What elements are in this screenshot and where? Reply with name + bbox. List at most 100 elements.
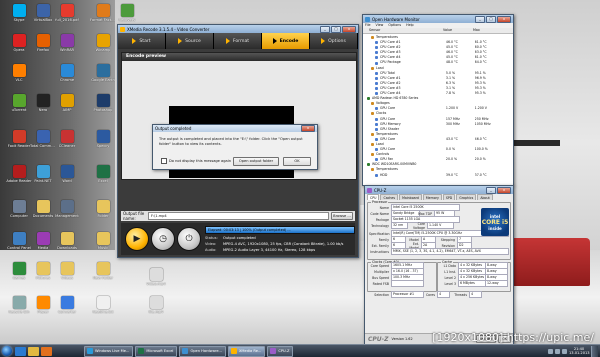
taskbar-button[interactable]: XMedia Re... [227, 345, 266, 357]
start-button[interactable] [2, 346, 12, 356]
ohm-titlebar[interactable]: Open Hardware Monitor _ □ x [363, 15, 513, 23]
desktop-icon[interactable]: Total Commander [30, 130, 56, 148]
shutdown-button[interactable]: ⏻ [177, 227, 201, 251]
network-icon[interactable] [548, 348, 553, 354]
desktop-icon[interactable]: Player [32, 296, 54, 314]
checkbox-box[interactable] [161, 158, 167, 164]
desktop-icon[interactable]: AIMP [56, 94, 78, 112]
desktop-icon[interactable]: Word [56, 165, 78, 183]
encode-button[interactable]: ▶ [125, 227, 149, 251]
dialog-message: The output is completed and placed into … [159, 137, 303, 146]
cpuz-titlebar[interactable]: CPU-Z _ x [365, 186, 513, 194]
cpuz-tab-memory[interactable]: Memory [422, 194, 442, 200]
desktop-icon[interactable]: Music [92, 232, 114, 250]
tab-options[interactable]: Options [310, 33, 358, 49]
desktop-icon[interactable]: New Folder [92, 262, 114, 280]
desktop-icon[interactable]: Video.mp4 [145, 268, 167, 286]
cpuz-tab-graphics[interactable]: Graphics [456, 194, 477, 200]
desktop-icon[interactable]: VirtualBox [32, 4, 54, 22]
sensor-row[interactable]: HDD 39.0 °C 37.0 °C [363, 173, 513, 178]
tab-format[interactable]: Format [214, 33, 262, 49]
desktop-icon[interactable]: Recovery [116, 4, 138, 22]
taskbar-clock[interactable]: 21:40 13.01.2013 [569, 347, 590, 355]
desktop-icon[interactable]: Chrome [56, 64, 78, 82]
minimize-button[interactable]: _ [320, 25, 330, 33]
desktop-icon[interactable]: Format Factory [90, 4, 116, 22]
taskbar-button[interactable]: CPU-Z [267, 345, 294, 357]
desktop-icon[interactable]: Photoshop [92, 94, 114, 112]
taskbar-pin-ie[interactable] [15, 346, 26, 356]
desktop-icon[interactable]: WinRAR [56, 34, 78, 52]
cpuz-tab-about[interactable]: About [477, 194, 493, 200]
output-filename-field[interactable]: F:\1.mp4 [148, 212, 329, 220]
desktop-icon[interactable]: Media [32, 232, 54, 250]
dialog-close-button[interactable]: x [301, 125, 315, 132]
desktop-icon[interactable]: Excel [92, 165, 114, 183]
desktop-icon[interactable]: Readme.txt [92, 296, 114, 314]
desktop-icon[interactable]: Downloads [56, 232, 78, 250]
desktop-icon[interactable]: Adobe Reader [6, 165, 32, 183]
browse-button[interactable]: Browse ... [331, 212, 353, 220]
taskbar-button[interactable]: Open Hardware... [179, 345, 226, 357]
taskbar-button[interactable]: Windows Live Me... [84, 345, 134, 357]
ohm-minimize-button[interactable]: _ [475, 15, 485, 23]
ohm-close-button[interactable]: x [497, 15, 511, 23]
maximize-button[interactable]: □ [331, 25, 341, 33]
desktop-icon[interactable]: Paint.NET [32, 165, 54, 183]
taskbar-pin-explorer[interactable] [28, 346, 39, 356]
desktop-icon[interactable]: Google Earth [91, 64, 115, 82]
dialog-titlebar[interactable]: Output completed x [153, 125, 317, 132]
desktop-icon-label: Word [62, 179, 72, 183]
taskbar-button[interactable]: Microsoft Excel [135, 345, 178, 357]
dialog-ok-button[interactable]: OK [283, 157, 311, 166]
desktop-icon[interactable]: uTorrent [8, 94, 30, 112]
desktop-icon[interactable]: Pictures [32, 262, 54, 280]
flag-icon[interactable] [562, 348, 567, 354]
desktop-icon[interactable]: Winamp [92, 34, 114, 52]
col-max[interactable]: Max [473, 28, 513, 33]
timer-button[interactable]: ◷ [151, 227, 175, 251]
open-output-folder-button[interactable]: Open output folder [233, 157, 279, 166]
tab-source[interactable]: Source [166, 33, 214, 49]
desktop-icon[interactable]: Control Panel [7, 232, 31, 250]
status-value: MPEG-4 AVC, 1920x1080, 25 fps, CBR (Cons… [223, 242, 344, 246]
desktop-icon[interactable]: Games [8, 262, 30, 280]
desktop-icon[interactable]: Videos [56, 262, 78, 280]
desktop-icon[interactable]: Recycle Bin [8, 296, 30, 314]
desktop-icon[interactable]: file.mp4 [145, 296, 167, 314]
xmr-titlebar[interactable]: XMedia Recode 3.1.5.4 - Video Converter … [118, 25, 358, 33]
close-button[interactable]: x [342, 25, 356, 33]
show-desktop-button[interactable] [591, 345, 598, 357]
desktop-icon[interactable]: VLC [8, 64, 30, 82]
desktop-icon[interactable]: Converter [56, 296, 78, 314]
ohm-maximize-button[interactable]: □ [486, 15, 496, 23]
volume-icon[interactable] [555, 348, 560, 354]
desktop-icon[interactable]: Computer [8, 200, 30, 218]
desktop-icon[interactable]: full_2016.pdf [55, 4, 79, 22]
desktop-icon[interactable]: CCleaner [56, 130, 78, 148]
desktop-icon[interactable]: Firefox [32, 34, 54, 52]
sensor-icon [375, 158, 378, 162]
tab-start[interactable]: Start [118, 33, 166, 49]
desktop-icon[interactable]: Folder [92, 200, 114, 218]
cpuz-minimize-button[interactable]: _ [486, 186, 496, 194]
desktop-icon-image [60, 94, 74, 107]
desktop-icon[interactable]: Documents [32, 200, 54, 218]
cpuz-close-button[interactable]: x [497, 186, 511, 194]
cpuz-tab-mainboard[interactable]: Mainboard [399, 194, 422, 200]
desktop-icon[interactable]: Speccy [92, 130, 114, 148]
desktop-icon[interactable]: Management [55, 200, 79, 218]
col-value[interactable]: Value [443, 28, 473, 33]
tab-encode[interactable]: Encode [262, 33, 310, 49]
desktop-icon[interactable]: Foxit Reader [8, 130, 30, 148]
dont-show-again-checkbox[interactable]: Do not display this message again [161, 158, 231, 164]
cpuz-field-value[interactable]: Processor #1 [391, 291, 424, 298]
cpuz-tab-spd[interactable]: SPD [442, 194, 456, 200]
col-sensor[interactable]: Sensor [363, 28, 443, 33]
desktop-icon[interactable]: Skype [8, 4, 30, 22]
desktop-icon-label: Skype [13, 18, 25, 22]
desktop-icon[interactable]: Opera [8, 34, 30, 52]
desktop-icon[interactable]: Nero [32, 94, 54, 112]
shutdown-icon: ⏻ [185, 233, 193, 244]
taskbar-pin-media[interactable] [41, 346, 52, 356]
